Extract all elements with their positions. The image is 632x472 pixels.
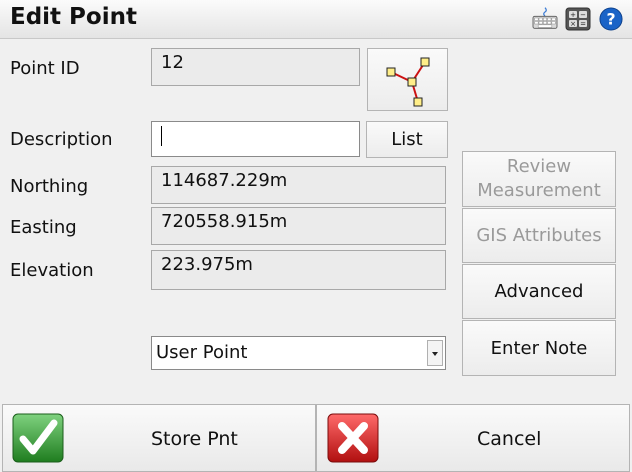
- review-label-line2: Measurement: [477, 180, 601, 201]
- review-label-line1: Review: [506, 156, 572, 177]
- gis-attributes-button[interactable]: GIS Attributes: [462, 208, 616, 263]
- cancel-label: Cancel: [477, 428, 542, 450]
- list-button[interactable]: List: [366, 121, 448, 158]
- elevation-field: 223.975m: [151, 250, 446, 290]
- northing-field: 114687.229m: [151, 166, 446, 204]
- description-field[interactable]: [151, 121, 360, 157]
- description-label: Description: [10, 129, 113, 150]
- text-cursor: [161, 126, 162, 146]
- point-type-select[interactable]: User Point: [151, 336, 446, 370]
- svg-text:?: ?: [606, 10, 615, 29]
- pick-point-button[interactable]: [367, 48, 448, 111]
- svg-text:+: +: [570, 11, 576, 19]
- dropdown-arrow-icon[interactable]: [427, 340, 443, 366]
- point-type-value: User Point: [156, 342, 248, 363]
- easting-label: Easting: [10, 217, 77, 238]
- checkmark-icon: [12, 413, 64, 463]
- calculator-icon[interactable]: + − × =: [565, 7, 591, 31]
- help-icon[interactable]: ?: [598, 7, 624, 31]
- point-id-field[interactable]: 12: [151, 48, 360, 86]
- keyboard-icon[interactable]: [530, 6, 560, 30]
- svg-text:×: ×: [570, 20, 576, 28]
- window-title: Edit Point: [10, 4, 137, 30]
- store-point-label: Store Pnt: [151, 428, 238, 450]
- advanced-button[interactable]: Advanced: [462, 264, 616, 319]
- cancel-button[interactable]: Cancel: [316, 404, 630, 472]
- store-point-button[interactable]: Store Pnt: [2, 404, 316, 472]
- easting-field: 720558.915m: [151, 207, 446, 245]
- svg-text:=: =: [580, 20, 586, 28]
- red-x-icon: [327, 413, 379, 463]
- svg-text:−: −: [580, 11, 586, 19]
- enter-note-button[interactable]: Enter Note: [462, 320, 616, 376]
- review-measurement-button[interactable]: Review Measurement: [462, 151, 616, 207]
- point-id-label: Point ID: [10, 58, 80, 79]
- elevation-label: Elevation: [10, 260, 94, 281]
- northing-label: Northing: [10, 176, 89, 197]
- point-network-icon: [386, 57, 429, 106]
- title-bar: Edit Point + − × = ?: [0, 0, 632, 39]
